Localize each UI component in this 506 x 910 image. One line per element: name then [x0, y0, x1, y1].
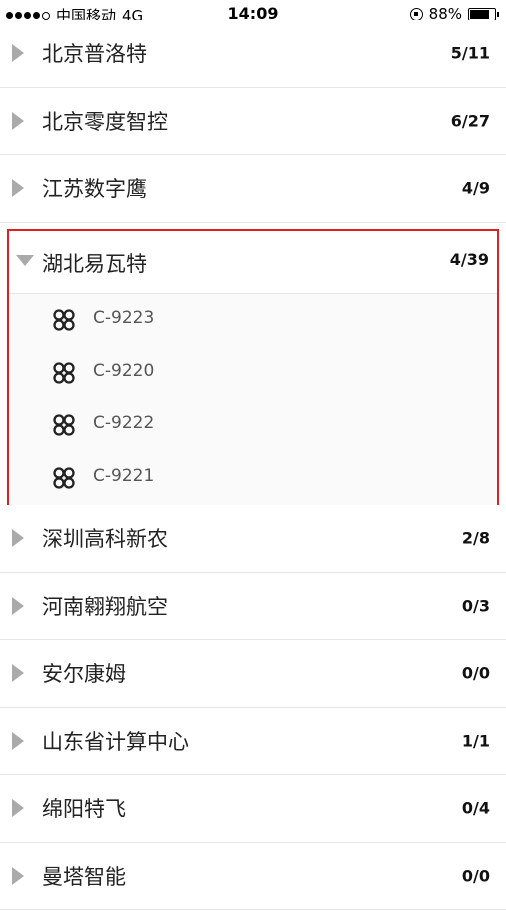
group-name: 江苏数字鹰 [42, 173, 147, 203]
device-label: C-9221 [93, 466, 154, 486]
triangle-right-icon [12, 867, 24, 885]
drone-icon [53, 309, 75, 331]
device-label: C-9223 [93, 308, 154, 328]
group-row[interactable]: 深圳高科新农 2/8 [0, 505, 506, 573]
group-name: 山东省计算中心 [42, 726, 189, 756]
triangle-right-icon [12, 179, 24, 197]
group-count: 0/3 [462, 596, 490, 615]
group-count: 1/1 [462, 731, 490, 750]
expanded-group: 湖北易瓦特 4/39 C-9223 C-9220 C-9222 C-9221 [7, 229, 499, 519]
group-row[interactable]: 绵阳特飞 0/4 [0, 775, 506, 843]
drone-icon [53, 362, 75, 384]
drone-icon [53, 467, 75, 489]
group-row[interactable]: 河南翱翔航空 0/3 [0, 573, 506, 641]
group-list: 北京普洛特 5/11 北京零度智控 6/27 江苏数字鹰 4/9 [0, 20, 506, 223]
triangle-right-icon [12, 597, 24, 615]
group-count: 5/11 [451, 44, 490, 63]
device-label: C-9222 [93, 413, 154, 433]
rotation-lock-icon [410, 8, 423, 21]
group-count: 6/27 [451, 111, 490, 130]
triangle-right-icon [12, 529, 24, 547]
group-name: 北京普洛特 [42, 38, 147, 68]
group-name: 北京零度智控 [42, 106, 168, 136]
battery-icon [468, 8, 496, 21]
expanded-group-header[interactable]: 湖北易瓦特 4/39 [9, 231, 497, 294]
group-row[interactable]: 北京零度智控 6/27 [0, 88, 506, 156]
group-name: 深圳高科新农 [42, 523, 168, 553]
group-count: 0/4 [462, 799, 490, 818]
group-row[interactable]: 江苏数字鹰 4/9 [0, 155, 506, 223]
group-row[interactable]: 山东省计算中心 1/1 [0, 708, 506, 776]
device-item[interactable]: C-9221 [9, 452, 497, 505]
group-count: 0/0 [462, 664, 490, 683]
triangle-right-icon [12, 44, 24, 62]
group-count: 4/9 [462, 179, 490, 198]
device-list: C-9223 C-9220 C-9222 C-9221 [9, 294, 497, 504]
group-row[interactable]: 北京普洛特 5/11 [0, 20, 506, 88]
group-name: 安尔康姆 [42, 658, 126, 688]
triangle-right-icon [12, 732, 24, 750]
group-name: 曼塔智能 [42, 861, 126, 891]
device-item[interactable]: C-9220 [9, 347, 497, 400]
group-count: 2/8 [462, 529, 490, 548]
group-count: 4/39 [450, 250, 489, 269]
group-name: 绵阳特飞 [42, 793, 126, 823]
triangle-right-icon [12, 112, 24, 130]
group-name: 湖北易瓦特 [42, 248, 147, 278]
group-row[interactable]: 安尔康姆 0/0 [0, 640, 506, 708]
device-item[interactable]: C-9222 [9, 399, 497, 452]
group-count: 0/0 [462, 866, 490, 885]
triangle-right-icon [12, 799, 24, 817]
triangle-right-icon [12, 664, 24, 682]
device-label: C-9220 [93, 361, 154, 381]
drone-icon [53, 414, 75, 436]
device-item[interactable]: C-9223 [9, 294, 497, 347]
group-list-lower: 深圳高科新农 2/8 河南翱翔航空 0/3 安尔康姆 0/0 山东省计算中心 1… [0, 505, 506, 910]
group-name: 河南翱翔航空 [42, 591, 168, 621]
triangle-down-icon [16, 255, 34, 266]
